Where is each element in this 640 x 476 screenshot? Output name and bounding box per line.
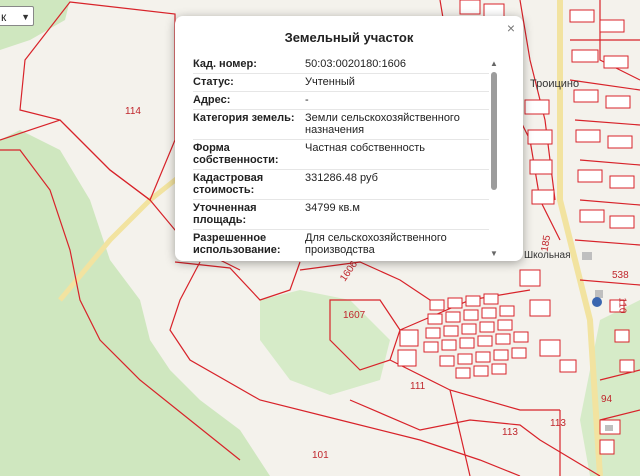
info-row-cadastral-value: Кадастровая стоимость: 331286.48 руб — [193, 170, 489, 200]
info-value: - — [305, 94, 309, 106]
info-value: 331286.48 руб — [305, 172, 378, 184]
poi-marker[interactable] — [592, 297, 602, 307]
info-row-address: Адрес: - — [193, 92, 489, 110]
scrollbar-thumb[interactable] — [491, 72, 497, 190]
parcel-label-111: 111 — [410, 381, 426, 392]
chevron-down-icon: ▼ — [21, 12, 30, 22]
parcel-label-113: 113 — [550, 418, 566, 429]
popup-title: Земельный участок — [284, 30, 414, 45]
info-key: Категория земель: — [193, 112, 295, 124]
info-key: Разрешенное использование: — [193, 232, 281, 256]
info-key: Кадастровая стоимость: — [193, 172, 264, 196]
info-value: 34799 кв.м — [305, 202, 360, 214]
parcel-label-110: 110 — [616, 297, 628, 314]
info-key: Статус: — [193, 76, 234, 88]
info-value: Для сельскохозяйственного производства — [305, 232, 447, 256]
village-label: Троицино — [530, 78, 580, 90]
scroll-up-icon[interactable]: ▲ — [489, 60, 499, 68]
parcel-label-114: 114 — [125, 106, 141, 117]
parcel-label-538: 538 — [612, 270, 629, 281]
info-row-ownership: Форма собственности: Частная собственнос… — [193, 140, 489, 170]
info-value: Земли сельскохозяйственного назначения — [305, 112, 460, 136]
popup-scrollbar[interactable]: ▲ ▼ — [489, 60, 499, 258]
parcel-info-popup: Земельный участок × Кад. номер: 50:03:00… — [175, 16, 523, 261]
info-key: Кад. номер: — [193, 58, 257, 70]
info-row-status: Статус: Учтенный — [193, 74, 489, 92]
popup-body[interactable]: Кад. номер: 50:03:0020180:1606 Статус: У… — [193, 56, 489, 256]
info-key: Уточненная площадь: — [193, 202, 257, 226]
parcel-label-1607: 1607 — [343, 310, 366, 321]
info-key: Форма собственности: — [193, 142, 279, 166]
parcel-label-113: 113 — [502, 427, 518, 438]
info-row-land-category: Категория земель: Земли сельскохозяйстве… — [193, 110, 489, 140]
info-value: 50:03:0020180:1606 — [305, 58, 406, 70]
info-row-permitted-use: Разрешенное использование: Для сельскохо… — [193, 230, 489, 256]
info-value: Учтенный — [305, 76, 355, 88]
info-key: Адрес: — [193, 94, 231, 106]
info-row-cadastral-number: Кад. номер: 50:03:0020180:1606 — [193, 56, 489, 74]
info-row-area: Уточненная площадь: 34799 кв.м — [193, 200, 489, 230]
parcel-label-94: 94 — [601, 394, 613, 405]
layer-select-value: к — [1, 10, 7, 24]
layer-select[interactable]: к ▼ — [0, 6, 34, 26]
close-icon[interactable]: × — [507, 20, 515, 36]
info-value: Частная собственность — [305, 142, 426, 154]
street-label: Школьная — [524, 250, 571, 261]
scroll-down-icon[interactable]: ▼ — [489, 250, 499, 258]
parcel-label-101: 101 — [312, 450, 329, 461]
